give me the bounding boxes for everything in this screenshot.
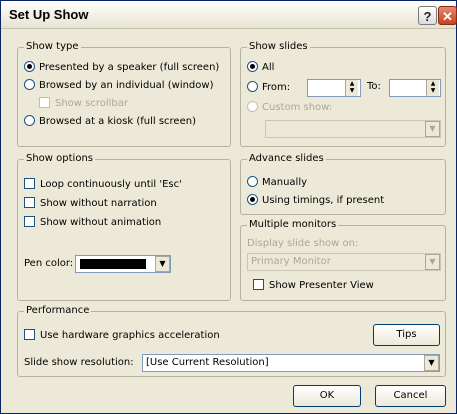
pen-color-dropdown-icon[interactable]: ▼ <box>155 256 170 272</box>
radio-manually-label: Manually <box>262 177 308 188</box>
checkbox-show-scrollbar: Show scrollbar <box>39 97 128 109</box>
pen-color-swatch <box>80 259 146 269</box>
show-options-legend: Show options <box>24 153 95 164</box>
cancel-button[interactable]: Cancel <box>375 385 446 407</box>
from-spin-arrows-icon[interactable]: ▲ ▼ <box>345 80 358 96</box>
advance-slides-legend: Advance slides <box>247 153 326 164</box>
show-options-group: Show options Loop continuously until 'Es… <box>17 153 231 301</box>
radio-from-label: From: <box>262 82 291 93</box>
performance-group: Performance Use hardware graphics accele… <box>17 305 446 377</box>
show-scrollbar-checkbox <box>39 97 50 108</box>
window-title: Set Up Show <box>9 7 89 22</box>
animation-checkbox[interactable] <box>24 216 35 227</box>
display-on-label: Display slide show on: <box>247 238 359 249</box>
radio-all-label: All <box>262 62 275 73</box>
radio-browsed-label: Browsed by an individual (window) <box>39 80 214 91</box>
checkbox-without-animation[interactable]: Show without animation <box>24 216 161 228</box>
tips-button[interactable]: Tips <box>373 324 440 346</box>
radio-custom-show: Custom show: <box>247 101 332 113</box>
loop-label: Loop continuously until 'Esc' <box>40 179 182 190</box>
presenter-view-label: Show Presenter View <box>269 280 374 291</box>
help-button[interactable]: ? <box>418 6 437 25</box>
radio-manually-indicator[interactable] <box>247 176 258 187</box>
close-button[interactable]: ✕ <box>438 6 457 25</box>
custom-show-select <box>265 120 441 138</box>
loop-checkbox[interactable] <box>24 178 35 189</box>
show-slides-legend: Show slides <box>247 41 310 52</box>
pen-color-label: Pen color: <box>24 258 74 269</box>
checkbox-loop-continuously[interactable]: Loop continuously until 'Esc' <box>24 178 182 190</box>
show-scrollbar-label: Show scrollbar <box>55 98 129 109</box>
multiple-monitors-legend: Multiple monitors <box>247 219 339 230</box>
multiple-monitors-group: Multiple monitors Display slide show on:… <box>240 219 446 301</box>
radio-from-indicator[interactable] <box>247 81 258 92</box>
to-spin-arrows-icon[interactable]: ▲ ▼ <box>426 80 439 96</box>
radio-presented-label: Presented by a speaker (full screen) <box>39 62 220 73</box>
show-slides-group: Show slides All From: ▲ ▼ To: ▲ ▼ Custom s… <box>240 41 446 147</box>
narration-label: Show without narration <box>40 198 157 209</box>
radio-all-slides[interactable]: All <box>247 61 274 73</box>
radio-custom-indicator <box>247 101 258 112</box>
to-label: To: <box>367 81 381 92</box>
radio-browsed-indicator[interactable] <box>24 79 35 90</box>
resolution-dropdown-icon[interactable]: ▼ <box>424 355 439 371</box>
radio-kiosk-indicator[interactable] <box>24 115 35 126</box>
radio-timings-indicator[interactable] <box>247 194 258 205</box>
monitor-select: Primary Monitor <box>247 253 441 271</box>
radio-kiosk-label: Browsed at a kiosk (full screen) <box>39 116 196 127</box>
radio-presented-by-speaker[interactable]: Presented by a speaker (full screen) <box>24 61 219 73</box>
radio-timings-label: Using timings, if present <box>262 195 385 206</box>
ok-button[interactable]: OK <box>293 385 361 407</box>
radio-using-timings[interactable]: Using timings, if present <box>247 194 384 206</box>
radio-from-slides[interactable]: From: <box>247 81 290 93</box>
advance-slides-group: Advance slides Manually Using timings, i… <box>240 153 446 215</box>
resolution-select[interactable]: [Use Current Resolution] <box>142 354 440 372</box>
radio-manually[interactable]: Manually <box>247 176 307 188</box>
presenter-view-checkbox[interactable] <box>253 279 264 290</box>
show-type-legend: Show type <box>24 41 81 52</box>
radio-all-indicator[interactable] <box>247 61 258 72</box>
radio-presented-indicator[interactable] <box>24 61 35 72</box>
checkbox-presenter-view[interactable]: Show Presenter View <box>253 279 374 291</box>
checkbox-hardware-acceleration[interactable]: Use hardware graphics acceleration <box>24 329 220 341</box>
radio-custom-label: Custom show: <box>262 102 333 113</box>
narration-checkbox[interactable] <box>24 197 35 208</box>
set-up-show-dialog: Set Up Show ? ✕ Show type Presented by a… <box>0 0 457 414</box>
hardware-accel-label: Use hardware graphics acceleration <box>40 330 220 341</box>
radio-browsed-at-kiosk[interactable]: Browsed at a kiosk (full screen) <box>24 115 196 127</box>
performance-legend: Performance <box>24 305 92 316</box>
radio-browsed-by-individual[interactable]: Browsed by an individual (window) <box>24 79 213 91</box>
hardware-accel-checkbox[interactable] <box>24 329 35 340</box>
show-type-group: Show type Presented by a speaker (full s… <box>17 41 231 147</box>
animation-label: Show without animation <box>40 217 162 228</box>
checkbox-without-narration[interactable]: Show without narration <box>24 197 157 209</box>
custom-show-dropdown-icon: ▼ <box>425 121 440 137</box>
monitor-dropdown-icon: ▼ <box>425 254 440 270</box>
resolution-label: Slide show resolution: <box>24 357 134 368</box>
title-bar: Set Up Show ? ✕ <box>1 1 457 29</box>
